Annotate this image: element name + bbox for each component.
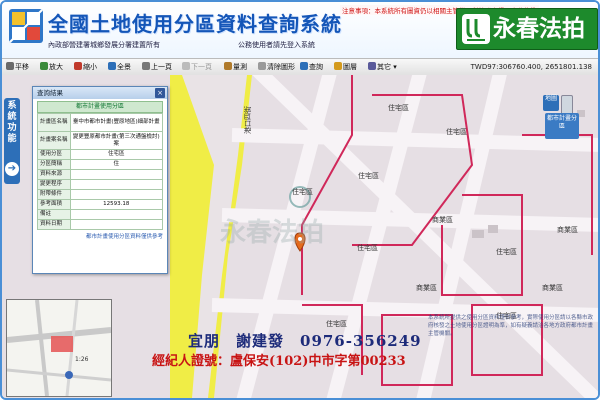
table-row: 資料日期 <box>37 219 164 230</box>
table-row: 計畫案名稱 變更豐原都市計畫(第三次通盤檢討)案 <box>37 131 164 150</box>
other-menu-button[interactable]: 其它 ▾ <box>368 60 397 74</box>
expand-arrow-icon[interactable]: ➔ <box>5 162 19 176</box>
zone-label: 住宅區 <box>326 320 347 328</box>
back-arrow-icon <box>142 62 150 70</box>
zoom-in-icon <box>40 62 48 70</box>
brand-logo-icon <box>462 14 490 44</box>
layers-button[interactable]: 圖層 <box>334 60 357 74</box>
zoning-layer-button[interactable]: 都市計畫分區 <box>545 113 579 139</box>
site-subtitle: 內政部營建署城鄉發展分署建置所有 <box>48 41 160 49</box>
minimap-scale: 1:26 <box>75 356 89 363</box>
panel-footnote: 都市計畫使用分區資料僅供參考 <box>85 234 163 240</box>
zone-label: 住宅區 <box>446 128 467 136</box>
coordinate-readout: TWD97:306760.400, 2651801.138 <box>470 63 592 71</box>
table-row: 分區簡稱住 <box>37 159 164 170</box>
zone-label: 住宅區 <box>496 248 517 256</box>
brand-name: 永春法拍 <box>493 15 585 42</box>
measure-button[interactable]: 量測 <box>224 60 247 74</box>
zone-label: 商業區 <box>542 284 563 292</box>
site-title: 全國土地使用分區資料查詢系統 <box>48 12 342 36</box>
search-icon <box>300 62 308 70</box>
brand-badge: 永春法拍 <box>456 8 598 50</box>
watermark-text: 永春法拍 <box>220 218 325 248</box>
zoom-in-button[interactable]: 放大 <box>40 60 63 74</box>
table-row: 資料來源 <box>37 169 164 180</box>
zone-label: 商業區 <box>557 226 578 234</box>
zone-label: 商業區 <box>416 284 437 292</box>
overview-minimap[interactable]: 1:26 <box>6 299 112 397</box>
zone-label: 住宅區 <box>388 104 409 112</box>
agent-contact: 宜朋 謝建發 0976-356249 <box>188 332 422 350</box>
minimap-graphics <box>7 300 111 396</box>
table-row: 計畫區名稱 臺中市都市計畫(豐原地區)細部計畫 <box>37 113 164 132</box>
agent-license: 經紀人證號：盧保安(102)中市字第00233 <box>152 354 406 369</box>
table-row: 參考面積 12593.18 <box>37 199 164 210</box>
zoom-out-button[interactable]: 縮小 <box>74 60 97 74</box>
menu-icon <box>368 62 376 70</box>
poi-icon <box>65 371 73 379</box>
zoom-out-icon <box>74 62 82 70</box>
zone-label: 住宅區 <box>357 244 378 252</box>
map-toolbar: 平移 放大 縮小 全景 上一頁 下一頁 量測 清除圖形 查詢 圖層 其它 ▾ T… <box>2 58 598 76</box>
ruler-icon <box>224 62 232 70</box>
viewport-indicator[interactable] <box>51 336 73 352</box>
panel-header: 查詢結果 × <box>33 87 167 99</box>
close-icon[interactable]: × <box>155 88 165 98</box>
panel-section-title: 都市計畫使用分區 <box>37 101 163 113</box>
login-hint: 公務使用者請先登入系統 <box>238 41 315 49</box>
right-toolbox: 地圖 都市計畫分區 <box>543 95 587 139</box>
chevron-down-icon: ▾ <box>391 63 397 71</box>
forward-arrow-icon <box>182 62 190 70</box>
table-row: 使用分區 住宅區 <box>37 149 164 160</box>
globe-icon <box>108 62 116 70</box>
zone-label: 住宅區 <box>292 188 313 196</box>
zone-label: 住宅區 <box>358 172 379 180</box>
map-switch-button[interactable]: 地圖 <box>543 95 559 111</box>
road-label: 港口四街 <box>244 106 252 134</box>
eraser-icon <box>258 62 266 70</box>
site-header: 全國土地使用分區資料查詢系統 內政部營建署城鄉發展分署建置所有 公務使用者請先登… <box>2 2 598 58</box>
query-button[interactable]: 查詢 <box>300 60 323 74</box>
table-row: 附帶條件 <box>37 189 164 200</box>
hand-icon <box>6 62 14 70</box>
query-result-panel: 查詢結果 × 都市計畫使用分區 計畫區名稱 臺中市都市計畫(豐原地區)細部計畫 計… <box>32 86 168 274</box>
zoning-table: 計畫區名稱 臺中市都市計畫(豐原地區)細部計畫 計畫案名稱 變更豐原都市計畫(第三次… <box>37 113 164 230</box>
previous-view-button[interactable]: 上一頁 <box>142 60 172 74</box>
table-row: 變更程序 <box>37 179 164 190</box>
next-view-button[interactable]: 下一頁 <box>182 60 212 74</box>
layers-icon <box>334 62 342 70</box>
map-logo-icon <box>9 9 43 43</box>
pan-button[interactable]: 平移 <box>6 60 29 74</box>
app-frame: 全國土地使用分區資料查詢系統 內政部營建署城鄉發展分署建置所有 公務使用者請先登… <box>0 0 600 400</box>
disclaimer-text: 本系統所提供之使用分區資料僅供參考，實際使用分區請以各縣市政府核發之土地使用分區… <box>428 315 594 337</box>
zone-label: 商業區 <box>432 216 453 224</box>
full-extent-button[interactable]: 全景 <box>108 60 131 74</box>
clear-graphics-button[interactable]: 清除圖形 <box>258 60 295 74</box>
table-row: 備註 <box>37 209 164 220</box>
